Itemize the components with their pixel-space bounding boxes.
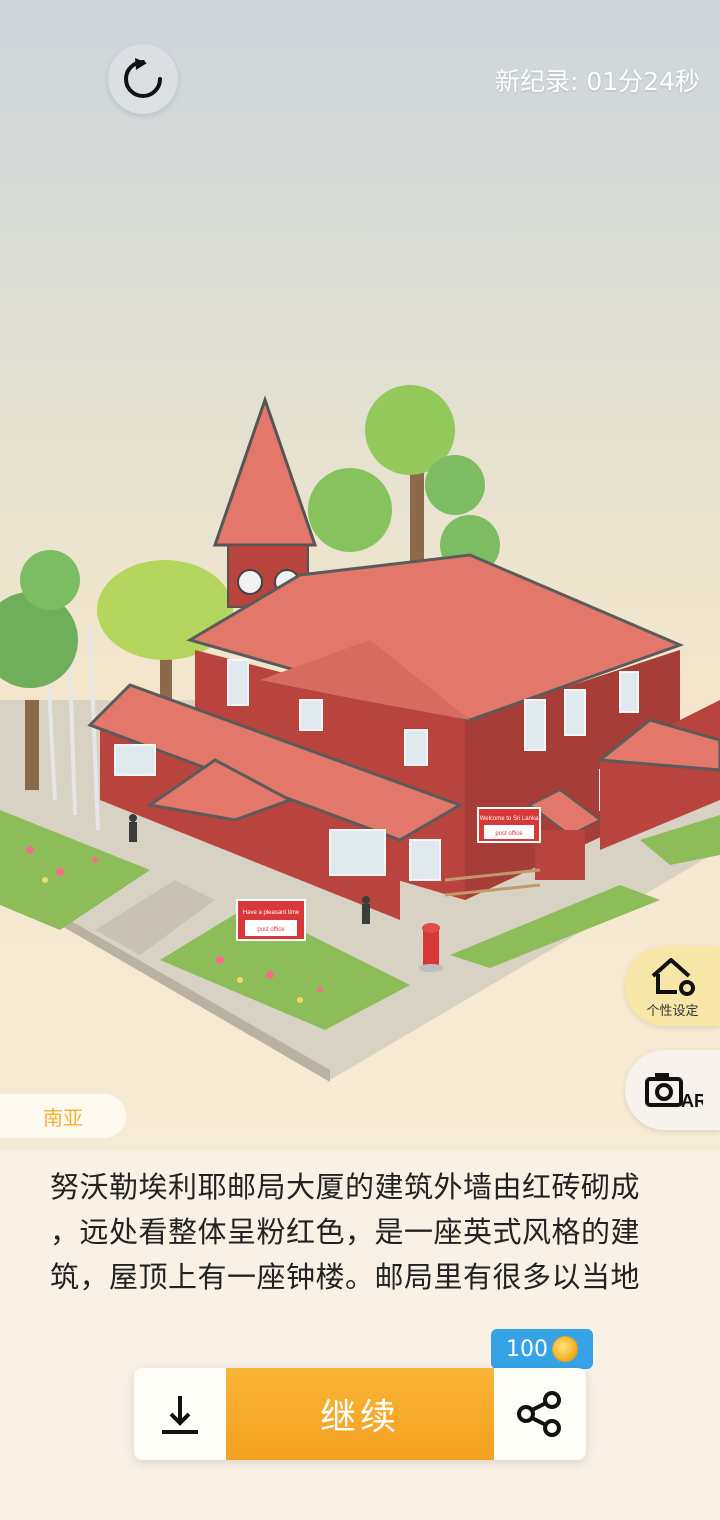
reset-button[interactable] — [108, 44, 178, 114]
download-button[interactable] — [134, 1368, 226, 1460]
custom-settings-label: 个性设定 — [646, 1003, 699, 1019]
region-tag: 南亚 — [0, 1094, 126, 1138]
sign-front-line2: Have a pleasant time — [243, 910, 300, 916]
refresh-icon — [124, 58, 162, 98]
house-gear-icon — [651, 957, 695, 996]
camera-icon: AR — [644, 1073, 703, 1111]
sign-board-front: Have a pleasant time post office — [236, 899, 306, 941]
share-icon — [517, 1391, 561, 1437]
clock-face — [237, 569, 263, 595]
post-office-diorama[interactable]: Welcome to Sri Lanka post office Have a … — [0, 0, 720, 1150]
sign-top-line1: Welcome to Sri Lanka — [480, 816, 539, 822]
coin-reward-badge: 100 — [491, 1329, 593, 1377]
sign-board-top: Welcome to Sri Lanka post office — [477, 807, 541, 843]
ar-label: AR — [681, 1091, 703, 1111]
clock-tower-spire — [212, 395, 318, 547]
description-line-2: ，远处看整体呈粉红色，是一座英式风格的建 — [50, 1215, 641, 1249]
description-line-3: 筑，屋顶上有一座钟楼。邮局里有很多以当地 — [50, 1260, 641, 1294]
sign-front-line3: post office — [257, 927, 285, 933]
description-line-1: 努沃勒埃利耶邮局大厦的建筑外墙由红砖砌成 — [50, 1170, 641, 1204]
coin-icon — [552, 1336, 578, 1362]
share-button[interactable] — [494, 1368, 586, 1460]
action-bar: 继续 — [134, 1368, 586, 1460]
sign-top-line3: post office — [495, 831, 523, 837]
description-text: 努沃勒埃利耶邮局大厦的建筑外墙由红砖砌成 ，远处看整体呈粉红色，是一座英式风格的… — [50, 1165, 670, 1300]
ar-camera-button[interactable]: AR — [625, 1050, 720, 1130]
download-icon — [162, 1396, 198, 1434]
continue-button[interactable]: 继续 — [226, 1368, 494, 1460]
custom-settings-button[interactable]: 个性设定 — [625, 946, 720, 1026]
coin-amount: 100 — [506, 1336, 548, 1362]
record-time: 新纪录: 01分24秒 — [495, 67, 700, 96]
